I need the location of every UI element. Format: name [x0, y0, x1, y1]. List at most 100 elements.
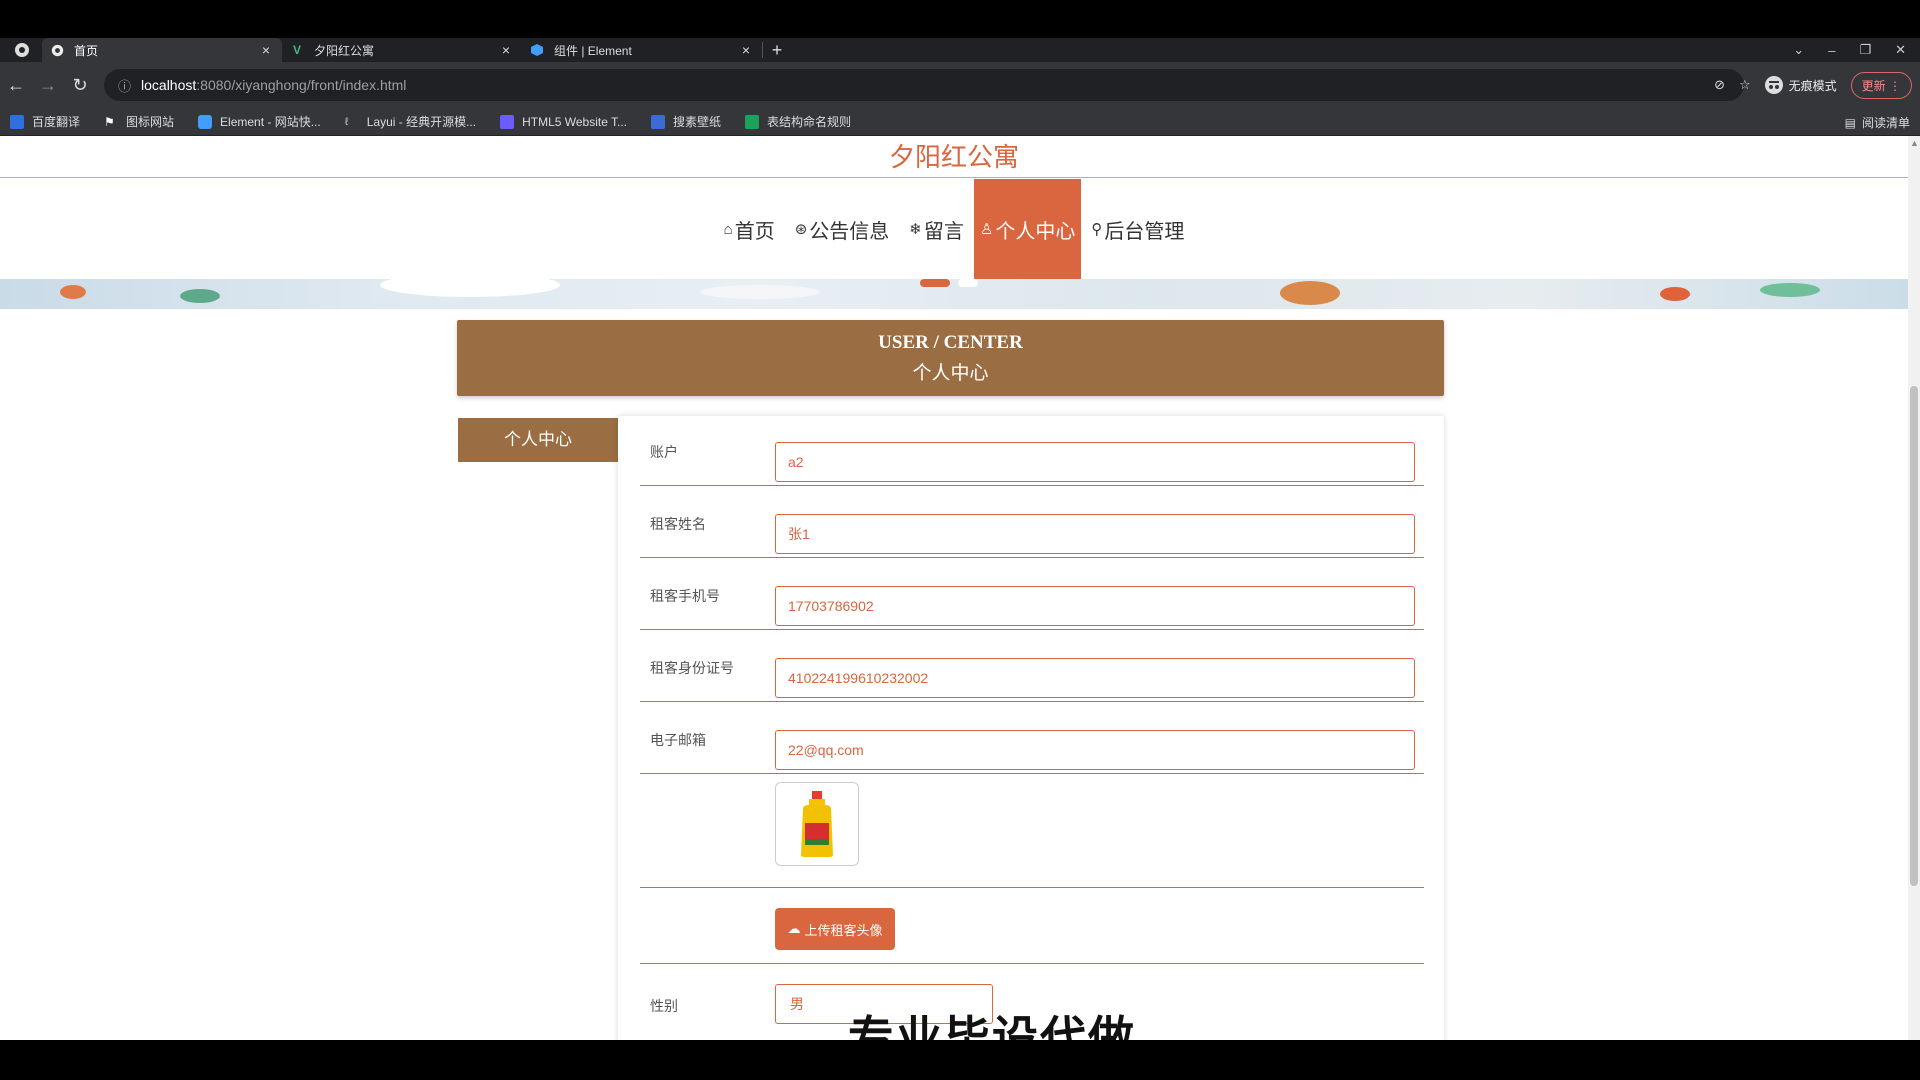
account-input[interactable]: a2: [775, 442, 1415, 482]
bottom-letterbox: [0, 1040, 1920, 1080]
reading-list[interactable]: ▤ 阅读清单: [1845, 114, 1910, 131]
tab-title: 首页: [74, 43, 99, 58]
main-nav: ⌂ 首页 ⊛ 公告信息 ❄ 留言 ♙ 个人中心 ⚲ 后台管理: [0, 179, 1908, 279]
back-icon[interactable]: ←: [0, 75, 32, 96]
top-letterbox: [0, 0, 1920, 38]
close-icon[interactable]: ×: [258, 42, 274, 58]
update-button[interactable]: 更新 ⋮: [1850, 71, 1912, 99]
tenant-name-label: 租客姓名: [650, 516, 706, 532]
bookmark-item[interactable]: 表结构命名规则: [745, 113, 851, 130]
bookmark-label: HTML5 Website T...: [522, 114, 628, 129]
nav-label: 留言: [923, 220, 964, 243]
eye-off-icon[interactable]: ⊘: [1714, 77, 1725, 93]
window-controls: ⌄ – ❐ ✕: [1793, 38, 1920, 62]
nav-message[interactable]: ❄ 留言: [899, 179, 974, 279]
bookmark-item[interactable]: ⚑ 图标网站: [104, 113, 174, 130]
reload-icon[interactable]: ↻: [64, 75, 96, 96]
nav-home[interactable]: ⌂ 首页: [714, 179, 785, 279]
tab-home[interactable]: 首页 ×: [42, 38, 282, 62]
bookmark-item[interactable]: 百度翻译: [10, 113, 80, 130]
oil-bottle-image: [801, 791, 833, 857]
upload-avatar-button[interactable]: ☁ 上传租客头像: [775, 908, 895, 950]
tab-element[interactable]: 组件 | Element ×: [522, 38, 762, 62]
url-path: :8080/xiyanghong/front/index.html: [196, 77, 407, 93]
tenant-phone-label: 租客手机号: [650, 588, 720, 604]
minimize-icon[interactable]: –: [1828, 43, 1835, 58]
carousel-dot[interactable]: [920, 279, 950, 287]
incognito-label: 无痕模式: [1788, 78, 1837, 93]
page-scrollbar[interactable]: ▲: [1908, 136, 1920, 1040]
bookmark-item[interactable]: ℓ Layui - 经典开源模...: [345, 113, 476, 130]
nav-user-center[interactable]: ♙ 个人中心: [973, 179, 1082, 279]
forward-icon[interactable]: →: [32, 75, 64, 96]
tenant-phone-input[interactable]: 17703786902: [775, 586, 1415, 626]
tenant-name-input[interactable]: 张1: [775, 514, 1415, 554]
banner-decoration: [60, 285, 86, 299]
restore-icon[interactable]: ❐: [1859, 42, 1871, 58]
vue-logo-icon: V: [292, 43, 301, 57]
email-label: 电子邮箱: [650, 732, 706, 748]
nav-label: 公告信息: [809, 220, 890, 243]
scroll-up-icon[interactable]: ▲: [1910, 138, 1919, 148]
nav-notice[interactable]: ⊛ 公告信息: [785, 179, 900, 279]
page-viewport: 夕阳红公寓 ⌂ 首页 ⊛ 公告信息 ❄ 留言 ♙ 个人中心 ⚲ 后台管理 USER / C…: [0, 136, 1920, 1040]
close-icon[interactable]: ×: [498, 42, 514, 58]
tab-title: 组件 | Element: [554, 43, 632, 58]
bookmark-item[interactable]: 搜素壁纸: [651, 113, 721, 130]
bookmarks-bar: 百度翻译 ⚑ 图标网站 Element - 网站快... ℓ Layui - 经典开…: [0, 108, 1920, 136]
star-icon[interactable]: ☆: [1739, 77, 1751, 93]
new-tab-button[interactable]: +: [763, 40, 791, 61]
user-icon: ♙: [979, 221, 994, 238]
bookmark-item[interactable]: Element - 网站快...: [198, 113, 321, 130]
form-row-name: 租客姓名 张1: [640, 486, 1424, 558]
tab-title: 夕阳红公寓: [314, 43, 375, 58]
incognito-indicator[interactable]: 无痕模式: [1764, 76, 1837, 94]
bookmark-label: Layui - 经典开源模...: [366, 115, 477, 129]
bookmark-item[interactable]: HTML5 Website T...: [500, 114, 628, 129]
close-icon[interactable]: ×: [738, 42, 754, 58]
scrollbar-thumb[interactable]: [1910, 386, 1918, 886]
form-row-account: 账户 a2: [640, 416, 1424, 486]
overlay-watermark-text: 专业毕设代做: [848, 1012, 1136, 1040]
form-row-email: 电子邮箱 22@qq.com: [640, 702, 1424, 774]
banner-decoration: [380, 279, 560, 297]
tenant-id-input[interactable]: 410224199610232002: [775, 658, 1415, 698]
screen: 首页 × V 夕阳红公寓 × 组件 | Element × + ⌄ – ❐ ✕ …: [0, 0, 1920, 1080]
address-bar[interactable]: ⓘ localhost :8080/xiyanghong/front/index…: [104, 69, 1744, 101]
tenant-id-label: 租客身份证号: [650, 660, 734, 676]
reading-list-label: 阅读清单: [1861, 116, 1910, 130]
email-input[interactable]: 22@qq.com: [775, 730, 1415, 770]
upload-cloud-icon: ☁: [787, 921, 801, 936]
tab-xiyanghong[interactable]: V 夕阳红公寓 ×: [282, 38, 522, 62]
element-logo-icon: [198, 114, 213, 129]
link-icon: ⚲: [1091, 221, 1103, 238]
banner-decoration: [1660, 287, 1690, 301]
carousel-dot[interactable]: [958, 279, 978, 287]
browser-tab-bar: 首页 × V 夕阳红公寓 × 组件 | Element × + ⌄ – ❐ ✕: [0, 38, 1920, 62]
browser-logo-icon: [12, 40, 32, 60]
nav-label: 后台管理: [1104, 220, 1185, 243]
bookmark-label: Element - 网站快...: [220, 115, 321, 129]
bookmark-label: 图标网站: [126, 115, 175, 129]
upload-label: 上传租客头像: [804, 922, 883, 938]
banner-decoration: [1280, 281, 1340, 305]
form-row-upload: ☁ 上传租客头像: [640, 888, 1424, 964]
banner-decoration: [700, 285, 820, 299]
close-window-icon[interactable]: ✕: [1895, 42, 1906, 58]
snowflake-icon: ❄: [909, 221, 922, 238]
gender-label: 性别: [650, 998, 678, 1014]
banner-carousel: [0, 279, 1908, 309]
nav-label: 个人中心: [995, 220, 1076, 243]
avatar[interactable]: [775, 782, 859, 866]
flag-icon: ⚑: [104, 114, 115, 129]
account-label: 账户: [650, 444, 678, 460]
layui-logo-icon: ℓ: [344, 115, 349, 128]
reading-list-icon: ▤: [1844, 115, 1856, 130]
sidebar-item-user-center[interactable]: 个人中心: [458, 418, 618, 462]
form-row-avatar: [640, 774, 1424, 888]
nav-admin[interactable]: ⚲ 后台管理: [1081, 179, 1194, 279]
user-center-header: USER / CENTER 个人中心: [457, 320, 1444, 396]
bookmark-label: 表结构命名规则: [767, 115, 852, 129]
tab-search-icon[interactable]: ⌄: [1793, 42, 1804, 58]
info-icon[interactable]: ⓘ: [118, 76, 131, 95]
